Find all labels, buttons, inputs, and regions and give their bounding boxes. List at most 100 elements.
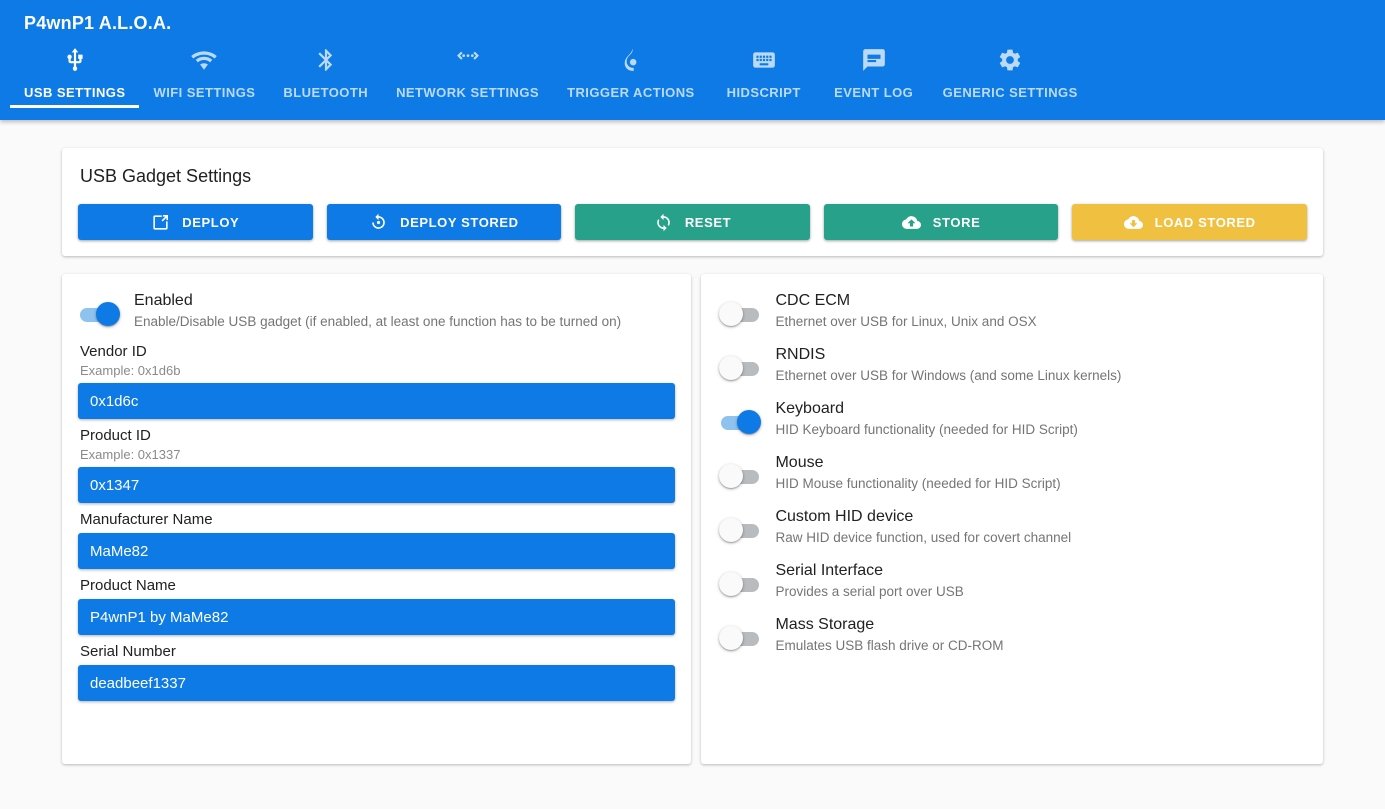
tab-label: HIDSCRIPT <box>726 85 801 100</box>
cdc-ecm-switch[interactable] <box>719 297 763 331</box>
network-icon <box>455 44 481 76</box>
store-button[interactable]: STORE <box>823 204 1059 240</box>
toggle-row-mass-storage[interactable]: Mass Storage Emulates USB flash drive or … <box>719 612 1305 656</box>
tab-active-indicator <box>10 105 140 108</box>
tab-label: EVENT LOG <box>834 85 914 100</box>
deploy-stored-button[interactable]: DEPLOY STORED <box>326 204 562 240</box>
toggle-row-mouse[interactable]: Mouse HID Mouse functionality (needed for… <box>719 450 1305 494</box>
deploy-button[interactable]: DEPLOY <box>78 204 313 240</box>
switch-thumb <box>719 518 744 542</box>
field-input[interactable] <box>78 599 676 635</box>
bluetooth-icon <box>313 44 339 76</box>
tab-label: NETWORK SETTINGS <box>396 85 540 100</box>
toggle-row-keyboard[interactable]: Keyboard HID Keyboard functionality (need… <box>719 396 1305 440</box>
keyboard-icon <box>751 44 777 76</box>
field-label: Product Name <box>80 577 176 594</box>
toggle-description: HID Keyboard functionality (needed for H… <box>775 422 1078 437</box>
tab-label: TRIGGER ACTIONS <box>567 85 695 100</box>
usb-icon <box>62 44 88 76</box>
toggle-title: RNDIS <box>775 346 826 363</box>
toggle-text: CDC ECM Ethernet over USB for Linux, Unix… <box>763 288 1036 332</box>
toggle-title: Keyboard <box>775 400 844 417</box>
reset-button[interactable]: RESET <box>575 204 810 240</box>
usb-functions-panel: CDC ECM Ethernet over USB for Linux, Unix… <box>701 274 1323 764</box>
gadget-field-list: Vendor ID Example: 0x1d6b Product ID Exampl… <box>78 342 676 701</box>
tab-bar: USB SETTINGS WIFI SETTINGS BLUETOOTH NETWOR… <box>0 36 1385 108</box>
toggle-description: Ethernet over USB for Linux, Unix and OS… <box>775 314 1037 329</box>
tab-active-indicator <box>553 105 709 108</box>
toggle-description: Ethernet over USB for Windows (and some … <box>775 368 1122 383</box>
tab-wifi-settings[interactable]: WIFI SETTINGS <box>139 36 269 108</box>
gear-icon <box>997 44 1023 76</box>
toggle-row-serial-interface[interactable]: Serial Interface Provides a serial port o… <box>719 558 1305 602</box>
switch-thumb <box>719 626 744 650</box>
mouse-switch[interactable] <box>719 459 763 493</box>
toggle-description: Emulates USB flash drive or CD-ROM <box>775 638 1004 653</box>
toggle-title: Custom HID device <box>775 508 914 525</box>
toggle-row-rndis[interactable]: RNDIS Ethernet over USB for Windows (and … <box>719 342 1305 386</box>
toggle-description: Raw HID device function, used for covert… <box>775 530 1072 545</box>
load-stored-button[interactable]: LOAD STORED <box>1072 204 1307 240</box>
tab-label: USB SETTINGS <box>24 85 126 100</box>
tab-label: WIFI SETTINGS <box>153 85 256 100</box>
tab-network-settings[interactable]: NETWORK SETTINGS <box>382 36 553 108</box>
toggle-text: Serial Interface Provides a serial port o… <box>763 558 963 602</box>
tab-generic-settings[interactable]: GENERIC SETTINGS <box>929 36 1092 108</box>
card-title: USB Gadget Settings <box>80 166 252 186</box>
toggle-title: Serial Interface <box>775 562 884 579</box>
action-button-row: DEPLOY DEPLOY STORED RESET STORE LOAD STORED <box>78 204 1307 240</box>
cloud-upload-icon <box>901 213 921 232</box>
switch-thumb <box>719 302 744 326</box>
open-in-new-icon <box>151 213 170 232</box>
tab-trigger-actions[interactable]: TRIGGER ACTIONS <box>553 36 709 108</box>
settings-panels: Enabled Enable/Disable USB gadget (if en… <box>62 274 1323 764</box>
button-label: STORE <box>932 214 981 230</box>
cloud-download-icon <box>1123 213 1143 232</box>
tab-active-indicator <box>929 105 1092 108</box>
field-serial-number: Serial Number <box>78 642 676 701</box>
restore-icon <box>369 213 388 232</box>
button-label: LOAD STORED <box>1154 214 1256 230</box>
tab-event-log[interactable]: EVENT LOG <box>819 36 929 108</box>
tab-label: BLUETOOTH <box>283 85 369 100</box>
app-title: P4wnP1 A.L.O.A. <box>24 13 172 33</box>
toggle-text: Custom HID device Raw HID device function… <box>763 504 1071 548</box>
field-product-name: Product Name <box>78 576 676 635</box>
button-label: RESET <box>684 214 732 230</box>
keyboard-switch[interactable] <box>719 405 763 439</box>
tab-active-indicator <box>139 105 269 108</box>
tab-bluetooth[interactable]: BLUETOOTH <box>269 36 382 108</box>
tab-active-indicator <box>269 105 382 108</box>
toggle-row-enabled[interactable]: Enabled Enable/Disable USB gadget (if en… <box>78 288 675 332</box>
field-input[interactable] <box>78 533 676 569</box>
toggle-text: Mouse HID Mouse functionality (needed for… <box>763 450 1060 494</box>
switch-thumb <box>719 572 744 596</box>
rndis-switch[interactable] <box>719 351 763 385</box>
sync-icon <box>654 213 673 232</box>
toggle-row-cdc-ecm[interactable]: CDC ECM Ethernet over USB for Linux, Unix… <box>719 288 1305 332</box>
switch-thumb <box>96 302 120 326</box>
toggle-text: Mass Storage Emulates USB flash drive or … <box>763 612 1003 656</box>
field-manufacturer-name: Manufacturer Name <box>78 510 676 569</box>
function-toggle-list: CDC ECM Ethernet over USB for Linux, Unix… <box>719 288 1305 656</box>
field-input[interactable] <box>78 665 676 701</box>
toggle-text: Enabled Enable/Disable USB gadget (if en… <box>122 288 621 332</box>
toggle-row-custom-hid-device[interactable]: Custom HID device Raw HID device function… <box>719 504 1305 548</box>
usb-gadget-settings-card: USB Gadget Settings DEPLOY DEPLOY STORED R… <box>62 148 1323 256</box>
toggle-title: Enabled <box>134 292 193 309</box>
toggle-title: Mouse <box>775 454 824 471</box>
toggle-description: HID Mouse functionality (needed for HID … <box>775 476 1061 491</box>
field-label: Serial Number <box>80 643 176 660</box>
mass-storage-switch[interactable] <box>719 621 763 655</box>
custom-hid-device-switch[interactable] <box>719 513 763 547</box>
gadget-identity-panel: Enabled Enable/Disable USB gadget (if en… <box>62 274 692 764</box>
field-label: Product ID <box>80 427 151 444</box>
tab-usb-settings[interactable]: USB SETTINGS <box>10 36 140 108</box>
enabled-switch[interactable] <box>78 297 122 331</box>
serial-interface-switch[interactable] <box>719 567 763 601</box>
tab-active-indicator <box>382 105 553 108</box>
field-input[interactable] <box>78 383 676 419</box>
tab-hidscript[interactable]: HIDSCRIPT <box>709 36 819 108</box>
field-input[interactable] <box>78 467 676 503</box>
switch-thumb <box>719 356 744 380</box>
